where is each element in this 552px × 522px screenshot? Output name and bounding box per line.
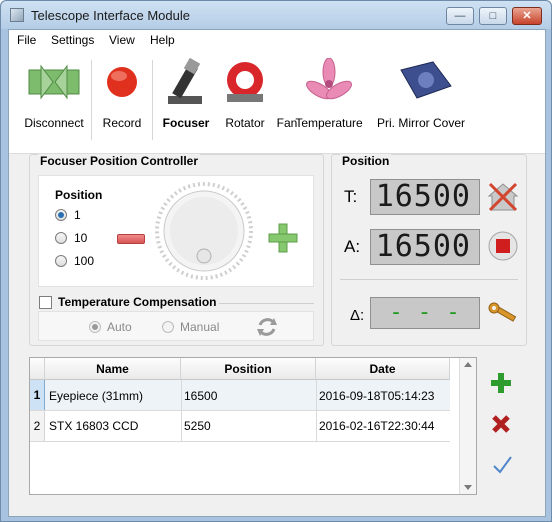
menu-settings[interactable]: Settings [51,33,94,47]
mode-manual-label: Manual [180,320,220,334]
step-100-label: 100 [74,254,95,268]
step-1-radio[interactable] [55,209,67,221]
target-label: T: [344,187,358,206]
toolbar-label-record: Record [102,116,142,130]
close-button[interactable]: ✕ [512,7,542,25]
rotator-icon [227,62,263,102]
toolbar-label-disconnect: Disconnect [24,116,84,130]
decrease-button[interactable] [117,234,145,244]
row-position: 16500 [184,389,218,403]
step-100-radio[interactable] [55,255,67,267]
divider [219,303,314,304]
step-1-label: 1 [74,208,81,222]
client-area: File Settings View Help Disconnect Recor… [8,29,546,517]
menu-file[interactable]: File [17,33,36,47]
menu-view[interactable]: View [109,33,135,47]
column-header-name[interactable]: Name [45,358,181,380]
row-name: Eyepiece (31mm) [49,389,144,403]
refresh-icon[interactable] [255,315,279,339]
column-header-date[interactable]: Date [316,358,450,380]
set-target-icon[interactable] [486,180,520,214]
disconnect-button[interactable]: Disconnect [19,58,89,130]
row-date: 2016-09-18T05:14:23 [319,389,435,403]
mode-auto-label: Auto [107,320,132,334]
step-10-radio[interactable] [55,232,67,244]
fan-icon [306,57,352,100]
minimize-button[interactable]: — [446,7,474,25]
step-10-label: 10 [74,231,88,245]
rotator-button[interactable]: Rotator [219,58,271,130]
title-bar[interactable]: Telescope Interface Module — □ ✕ [1,1,551,29]
apply-preset-icon[interactable] [491,454,513,476]
actual-display: 16500 [370,229,480,265]
column-divider [181,380,182,441]
toolbar-separator [91,60,92,140]
window-title: Telescope Interface Module [31,8,190,23]
row-position: 5250 [184,419,211,433]
table-scrollbar[interactable] [459,358,476,494]
scroll-down-icon[interactable] [464,485,472,490]
row-date: 2016-02-16T22:30:44 [319,419,435,433]
row-index: 2 [30,411,45,441]
mirror-cover-icon [400,61,452,99]
add-preset-icon[interactable] [490,372,512,394]
row-index: 1 [30,380,45,410]
temp-mode-area: Auto Manual [38,311,314,341]
table-row[interactable]: 1 Eyepiece (31mm) 16500 2016-09-18T05:14… [30,380,450,410]
scroll-up-icon[interactable] [464,362,472,367]
increase-button[interactable] [267,222,299,254]
position-panel: Position T: 16500 A: 16500 Δ: - - - [331,154,527,346]
toolbar-label-rotator: Rotator [225,116,265,130]
delete-preset-icon[interactable] [491,414,511,434]
temperature-button[interactable]: Temperature [294,57,364,130]
actual-label: A: [344,237,361,256]
row-name: STX 16803 CCD [49,419,139,433]
focuser-panel: Focuser Position Controller Position 1 1… [29,154,324,346]
record-button[interactable]: Record [97,58,147,130]
toolbar-label-temperature: Temperature [295,116,363,130]
target-display: 16500 [370,179,480,215]
position-panel-title: Position [340,154,392,168]
toolbar: Disconnect Record Focuser Rotator Fan Te… [9,50,545,154]
column-header-position[interactable]: Position [181,358,316,380]
toolbar-label-mirror-cover: Pri. Mirror Cover [376,116,465,130]
menu-bar: File Settings View Help [9,30,545,50]
delta-display: - - - [370,297,480,329]
focus-knob[interactable] [155,182,253,280]
step-area: Position 1 10 100 [38,175,314,287]
app-icon [10,8,24,22]
column-divider [316,380,317,441]
mode-auto-radio[interactable] [89,321,101,333]
divider [340,279,518,280]
focuser-button[interactable]: Focuser [158,57,214,130]
disconnect-icon [28,64,80,100]
row-divider [30,441,450,442]
app-window: Telescope Interface Module — □ ✕ File Se… [0,0,552,522]
step-label: Position [55,188,103,202]
table-row[interactable]: 2 STX 16803 CCD 5250 2016-02-16T22:30:44 [30,411,450,441]
focuser-panel-title: Focuser Position Controller [38,154,201,168]
maximize-button[interactable]: □ [479,7,507,25]
toolbar-separator [152,60,153,140]
preset-table: Name Position Date 1 Eyepiece (31mm) 165… [29,357,477,495]
mode-manual-radio[interactable] [162,321,174,333]
record-icon [107,67,137,97]
row-header-corner [30,358,45,380]
wrench-icon[interactable] [488,299,518,329]
mirror-cover-button[interactable]: Pri. Mirror Cover [371,58,471,130]
menu-help[interactable]: Help [150,33,175,47]
focuser-icon [168,57,202,104]
toolbar-label-focuser: Focuser [162,116,210,130]
temp-compensation-checkbox[interactable] [39,296,52,309]
delta-label: Δ: [350,307,365,324]
temp-compensation-label: Temperature Compensation [58,295,217,309]
stop-icon[interactable] [488,231,518,261]
